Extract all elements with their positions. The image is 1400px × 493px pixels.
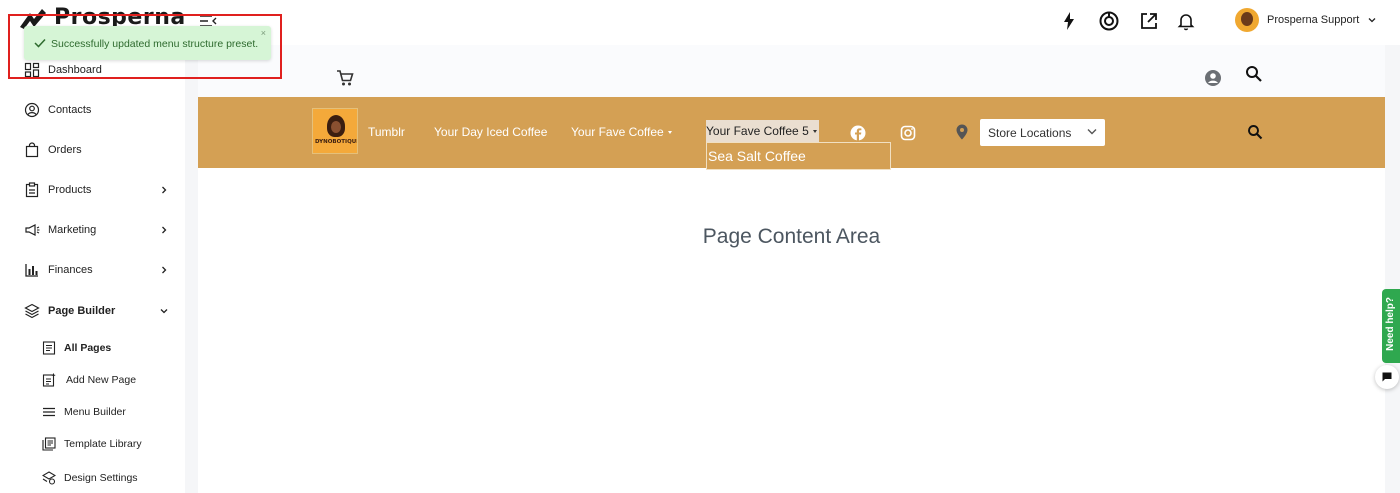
sidebar-subitem-label: Add New Page: [66, 374, 137, 386]
nav-link-your-day-iced-coffee[interactable]: Your Day Iced Coffee: [434, 125, 547, 139]
caret-down-icon: [812, 130, 817, 134]
sidebar-subitem-label: Design Settings: [64, 472, 138, 484]
nav-link-label: Your Fave Coffee 5: [706, 124, 809, 138]
bar-chart-icon: [25, 264, 38, 277]
brand-logo[interactable]: DYNOBOTIQUE: [312, 108, 358, 154]
preview-top-strip: [198, 45, 1385, 97]
layers-icon: [24, 303, 40, 319]
chevron-right-icon: [162, 226, 167, 234]
need-help-tab[interactable]: Need help?: [1382, 289, 1400, 363]
main-area: DYNOBOTIQUE Tumblr Your Day Iced Coffee …: [185, 45, 1400, 493]
preview-navbar: DYNOBOTIQUE Tumblr Your Day Iced Coffee …: [198, 97, 1385, 170]
nav-link-your-fave-coffee[interactable]: Your Fave Coffee: [571, 125, 672, 139]
library-icon: [42, 437, 56, 451]
toast-message: Successfully updated menu structure pres…: [51, 38, 259, 50]
nav-link-tumblr[interactable]: Tumblr: [368, 125, 405, 139]
shopping-bag-icon: [25, 142, 39, 158]
sidebar-item-finances[interactable]: Finances: [24, 260, 169, 280]
sidebar-item-orders[interactable]: Orders: [24, 140, 169, 160]
sidebar: Dashboard Contacts Orders Products Marke…: [0, 45, 185, 493]
search-icon[interactable]: [1245, 65, 1263, 83]
page-content-area: Page Content Area: [702, 225, 881, 248]
user-name: Prosperna Support: [1267, 14, 1360, 26]
user-menu[interactable]: Prosperna Support: [1235, 8, 1377, 32]
sidebar-item-label: Products: [48, 184, 92, 196]
sidebar-subitem-template-library[interactable]: Template Library: [42, 435, 142, 453]
brand-logo-text: DYNOBOTIQUE: [315, 139, 358, 145]
cart-icon[interactable]: [336, 69, 354, 87]
sidebar-subitem-label: Menu Builder: [64, 406, 126, 418]
account-icon[interactable]: [1204, 69, 1222, 87]
avatar: [1235, 8, 1259, 32]
design-icon: [42, 471, 56, 485]
clipboard-icon: [25, 182, 39, 198]
add-page-icon: [42, 373, 56, 387]
bolt-icon[interactable]: [1058, 10, 1080, 32]
bell-icon[interactable]: [1175, 10, 1197, 32]
nav-link-your-fave-coffee-5[interactable]: Your Fave Coffee 5: [706, 120, 819, 142]
page-preview: DYNOBOTIQUE Tumblr Your Day Iced Coffee …: [198, 45, 1385, 493]
menu-icon: [43, 407, 55, 417]
nav-link-label: Your Fave Coffee: [571, 125, 664, 139]
toast-close-button[interactable]: ×: [261, 28, 266, 38]
nav-dropdown-menu: Sea Salt Coffee: [706, 142, 891, 170]
external-link-icon[interactable]: [1138, 10, 1160, 32]
sidebar-subitem-label: All Pages: [64, 342, 112, 354]
store-locations-select[interactable]: Store Locations: [980, 119, 1105, 146]
sidebar-item-label: Orders: [48, 144, 82, 156]
dropdown-item-sea-salt-coffee[interactable]: Sea Salt Coffee: [708, 148, 806, 164]
sidebar-item-contacts[interactable]: Contacts: [24, 100, 169, 120]
need-help-label: Need help?: [1385, 297, 1396, 351]
facebook-icon[interactable]: [850, 125, 866, 141]
chat-button[interactable]: [1375, 365, 1399, 389]
page-icon: [42, 341, 56, 355]
check-icon: [34, 38, 46, 48]
brand-logo-face: [331, 121, 341, 133]
target-icon[interactable]: [1098, 10, 1120, 32]
chevron-right-icon: [162, 266, 167, 274]
caret-down-icon: [667, 131, 672, 135]
success-toast: Successfully updated menu structure pres…: [24, 26, 271, 60]
sidebar-item-label: Page Builder: [48, 305, 116, 317]
user-circle-icon: [24, 102, 40, 118]
sidebar-subitem-menu-builder[interactable]: Menu Builder: [42, 403, 126, 421]
instagram-icon[interactable]: [900, 125, 916, 141]
chevron-down-icon: [1368, 18, 1376, 23]
sidebar-item-marketing[interactable]: Marketing: [24, 220, 169, 240]
location-pin-icon: [956, 124, 968, 140]
sidebar-item-label: Finances: [48, 264, 93, 276]
store-locations-value: Store Locations: [988, 126, 1072, 140]
sidebar-item-page-builder[interactable]: Page Builder: [24, 301, 169, 321]
sidebar-item-label: Marketing: [48, 224, 97, 236]
chevron-right-icon: [162, 186, 167, 194]
sidebar-item-label: Contacts: [48, 104, 92, 116]
chat-icon: [1382, 372, 1392, 382]
sidebar-subitem-all-pages[interactable]: All Pages: [42, 339, 111, 357]
chevron-down-icon: [1087, 129, 1097, 135]
sidebar-subitem-label: Template Library: [64, 438, 142, 450]
search-icon[interactable]: [1247, 124, 1263, 140]
chevron-down-icon: [160, 309, 168, 314]
sidebar-item-products[interactable]: Products: [24, 180, 169, 200]
sidebar-subitem-design-settings[interactable]: Design Settings: [42, 469, 138, 487]
sidebar-subitem-add-new-page[interactable]: Add New Page: [42, 371, 136, 389]
megaphone-icon: [25, 224, 40, 236]
